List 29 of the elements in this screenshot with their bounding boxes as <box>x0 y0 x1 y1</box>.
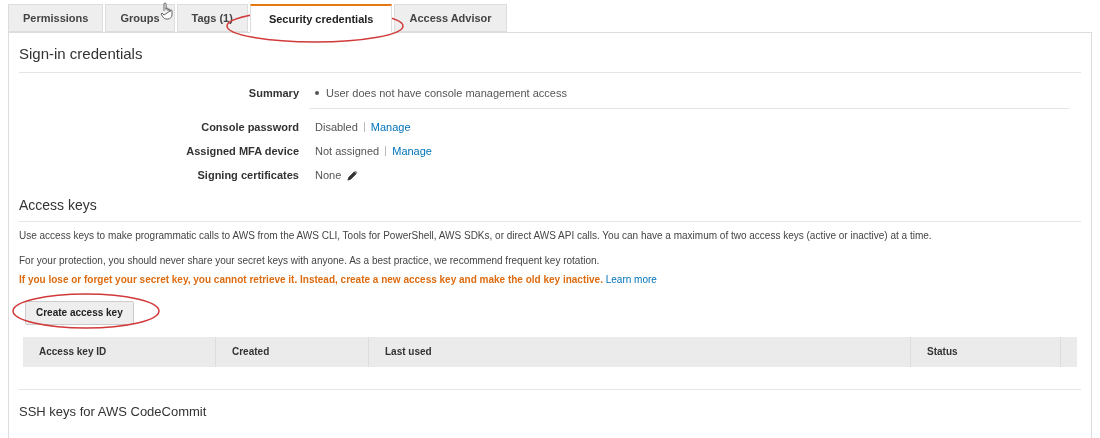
field-label: Assigned MFA device <box>185 143 299 159</box>
field-value: None <box>315 167 342 183</box>
tab[interactable]: Security credentials <box>249 4 393 33</box>
field-label: Console password <box>200 119 299 135</box>
description-text: Use access keys to make programmatic calls to AWS from the AWS CLI, Tools for PowerShell, AWS SDKs, or direct AWS API calls. You can have a maximum of two access keys (active or inactive) at a time. <box>19 229 933 243</box>
manage-link[interactable]: Manage <box>392 142 432 160</box>
column-header: Last used <box>369 336 911 367</box>
manage-link[interactable]: Manage <box>370 118 411 136</box>
create-access-key-button[interactable]: Create access key <box>25 300 134 325</box>
tab[interactable]: Access Advisor <box>394 4 507 32</box>
field-label: Signing certificates <box>196 167 299 183</box>
note-text: For your protection, you should never share your secret keys with anyone. As a best practice, we recommend frequent key rotation. <box>19 254 601 268</box>
column-header: Status <box>911 336 1061 367</box>
bullet-icon <box>315 90 319 95</box>
field-value: User does not have console management access <box>326 85 567 101</box>
section-title: Access keys <box>19 196 98 215</box>
section-title: Sign-in credentials <box>19 44 144 64</box>
tab[interactable]: Permissions <box>8 4 104 32</box>
tab[interactable]: Tags (1) <box>176 4 248 32</box>
pencil-icon[interactable] <box>347 169 359 181</box>
column-header: Created <box>216 336 369 367</box>
field-value: Disabled <box>315 119 358 135</box>
field-value: Not assigned <box>315 143 380 159</box>
warning-text: If you lose or forget your secret key, you cannot retrieve it. Instead, create a new access key and make the old key inactive. Learn more <box>19 273 658 287</box>
field-label: Summary <box>247 85 299 101</box>
learn-more-link[interactable]: Learn more <box>605 274 657 285</box>
section-title: SSH keys for AWS CodeCommit <box>19 402 208 421</box>
tab[interactable]: Groups <box>105 4 175 32</box>
column-header: Access key ID <box>23 336 216 367</box>
